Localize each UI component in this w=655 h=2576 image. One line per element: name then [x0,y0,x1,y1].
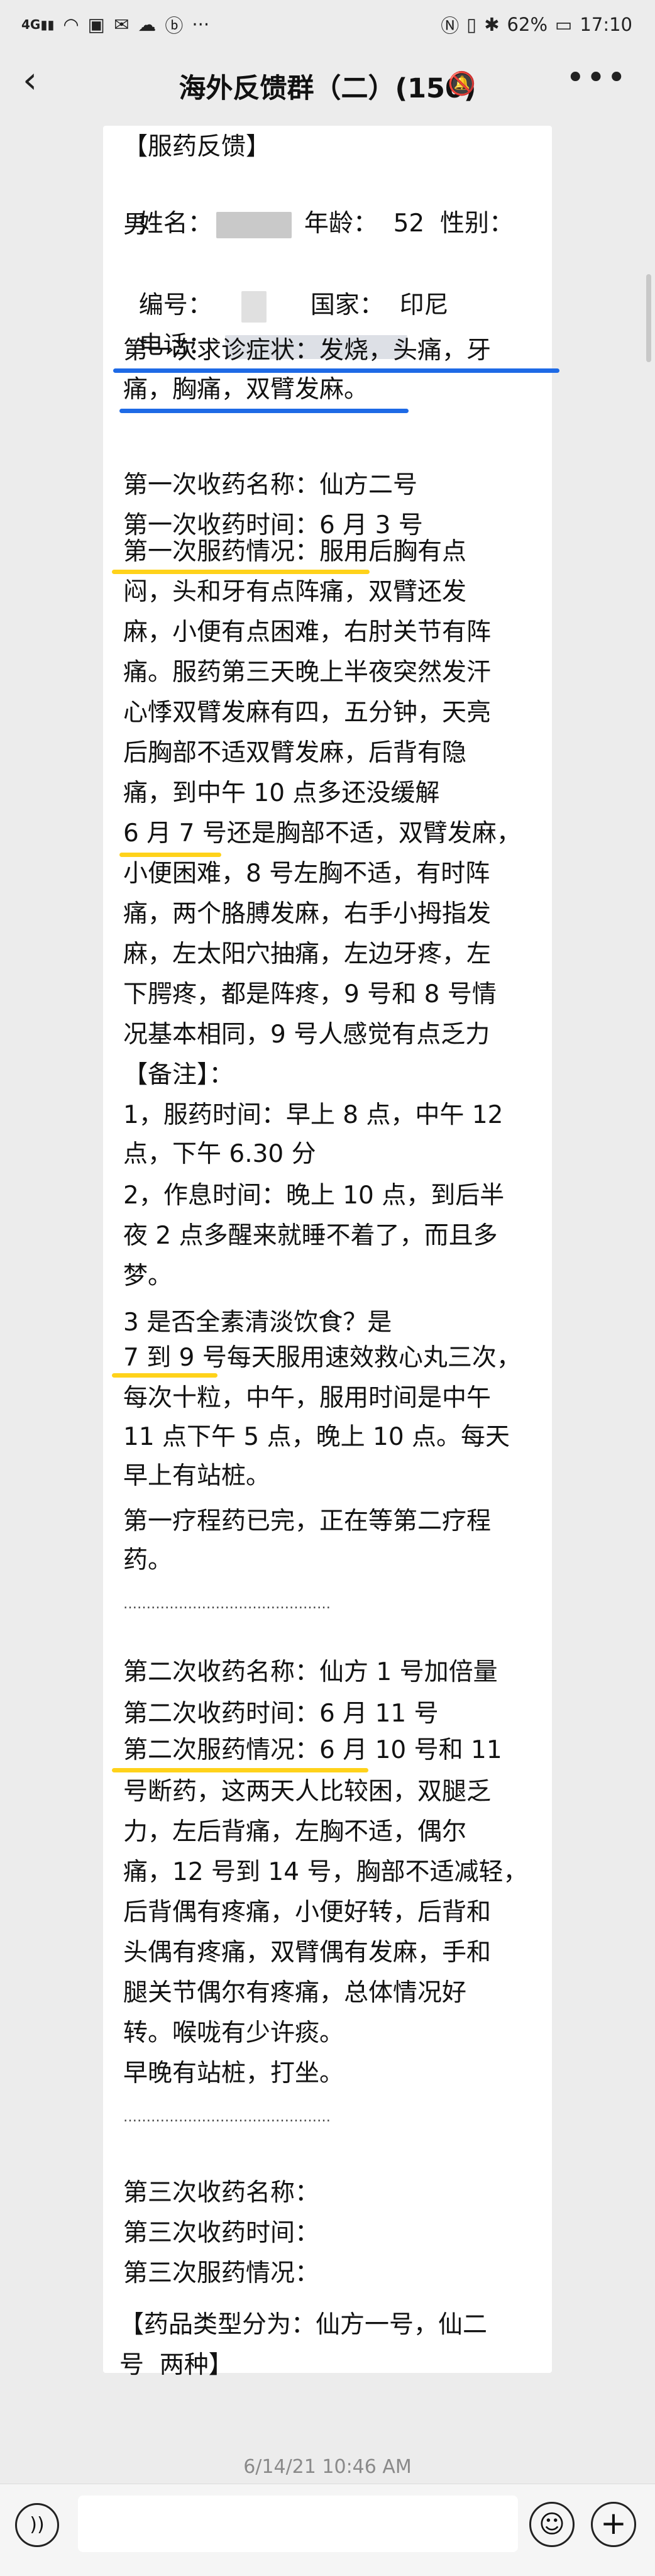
message-line: 第一次收药名称：仙方二号 [123,471,418,499]
message-line: 3 是否全素清淡饮食？是 [123,1308,392,1337]
message-line: 早晚有站桩，打坐。 [123,2059,344,2087]
message-line: 转。喉咙有少许痰。 [123,2019,344,2047]
status-dots: ··· [192,14,210,35]
message-line: 小便困难，8 号左胸不适，有时阵 [123,860,490,888]
message-line: 痛，12 号到 14 号，胸部不适减轻， [123,1858,528,1886]
highlight-underline-yellow [112,1768,368,1772]
message-line-name: 姓名： 年龄： 52 性别： [123,167,514,243]
message-line: 第二次收药时间：6 月 11 号 [123,1700,439,1728]
message-line: 后胸部不适双臂发麻，后背有隐 [123,739,467,767]
message-line: 闷，头和牙有点阵痛，双臂还发 [123,578,467,606]
message-line: 【药品类型分为：仙方一号，仙二 [119,2311,488,2339]
message-line: 点，下午 6.30 分 [123,1140,316,1168]
status-icons-right: Ⓝ ▯ ✱ 62% ▭ 17:10 [441,11,632,38]
message-line: 号 两种】 [119,2351,233,2379]
highlight-underline-blue [119,409,409,413]
chat-title: 海外反馈群（二）(150) [179,73,476,104]
message-line: 夜 2 点多醒来就睡不着了，而且多 [123,1222,498,1250]
message-line: 1，服药时间：早上 8 点，中午 12 [123,1101,504,1129]
more-options-icon[interactable]: ••• [566,59,627,97]
message-line: 麻，小便有点困难，右肘关节有阵 [123,618,492,646]
mute-bell-off-icon: 🔕 [448,71,476,97]
input-bar: )) ☺ + [0,2484,655,2576]
message-line: 痛，胸痛，双臂发麻。 [123,375,369,404]
message-line: 7 到 9 号每天服用速效救心丸三次， [123,1344,521,1372]
message-line: 梦。 [123,1262,173,1290]
message-line: 心悸双臂发麻有四，五分钟，天亮 [123,699,492,727]
message-line: 况基本相同，9 号人感觉有点乏力 [123,1020,490,1049]
message-line: 痛。服药第三天晚上半夜突然发汗 [123,658,492,687]
message-line: 头偶有疼痛，双臂偶有发麻，手和 [123,1938,492,1967]
message-line: 第一次求诊症状：发烧，头痛，牙 [123,336,492,365]
message-line: 腿关节偶尔有疼痛，总体情况好 [123,1979,467,2007]
cloud-icon: ☁ [138,14,157,35]
message-line: 第二次服药情况：6 月 10 号和 11 [123,1736,502,1764]
mail-icon: ✉ [114,14,129,35]
message-input[interactable] [78,2496,518,2552]
scrollbar[interactable] [646,274,651,362]
age-gender-label: 年龄： 52 性别： [304,209,514,238]
separator-dots: ……………………………………… [123,1596,331,1612]
message-line: 每次十粒，中午，服用时间是中午 [123,1384,492,1412]
status-icons-left: 4G▮▮ ◠ ▣ ✉ ☁ ⓑ ··· [21,11,209,38]
message-line: 第三次服药情况： [123,2259,320,2287]
emoji-icon[interactable]: ☺ [529,2502,575,2547]
message-line: 男 [123,211,148,239]
message-line: 第一疗程药已完，正在等第二疗程 [123,1507,492,1535]
app-b-icon: ⓑ [165,15,184,36]
message-line: 第二次收药名称：仙方 1 号加倍量 [123,1658,498,1686]
message-line: 痛，两个胳膊发麻，右手小拇指发 [123,900,492,928]
message-line: 2，作息时间：晚上 10 点，到后半 [123,1181,505,1210]
message-line: 6 月 7 号还是胸部不适，双臂发麻， [123,819,521,848]
clock-time: 17:10 [580,14,632,35]
nfc-icon: Ⓝ [441,15,460,36]
message-line: 力，左后背痛，左胸不适，偶尔 [123,1818,467,1846]
message-timestamp: 6/14/21 10:46 AM [243,2456,412,2478]
message-line: 第三次收药时间： [123,2219,320,2247]
plus-icon[interactable]: + [591,2502,636,2547]
message-line: 痛，到中午 10 点多还没缓解 [123,779,440,807]
message-line: 第三次收药名称： [123,2179,320,2207]
message-line: 号断药，这两天人比较困，双腿乏 [123,1777,492,1806]
voice-icon[interactable]: )) [15,2503,59,2547]
chat-header: ‹ 海外反馈群（二）(150) 🔕 ••• [0,48,655,121]
message-line: 【备注】： [123,1061,234,1089]
battery-percent: 62% [507,14,548,35]
message-line: 后背偶有疼痛，小便好转，后背和 [123,1898,492,1926]
name-label: 姓名： [138,209,212,238]
message-line: 第一次服药情况：服用后胸有点 [123,538,467,566]
message-line: 11 点下午 5 点，晚上 10 点。每天 [123,1423,510,1451]
bluetooth-icon: ✱ [484,14,500,35]
wifi-icon: ◠ [63,14,79,35]
image-icon: ▣ [87,14,106,35]
message-line: 【服药反馈】 [123,133,271,161]
highlight-underline-yellow [112,1373,217,1378]
battery-icon: ▭ [555,14,573,35]
message-line: 下腭疼，都是阵疼，9 号和 8 号情 [123,980,497,1009]
message-line: 早上有站桩。 [123,1462,271,1490]
separator-dots: ……………………………………… [123,2109,331,2125]
vibrate-icon: ▯ [466,14,477,35]
signal-4g-icon: 4G▮▮ [21,17,55,32]
message-line: 药。 [123,1546,173,1574]
redacted-name [216,211,292,238]
message-line: 麻，左太阳穴抽痛，左边牙疼，左 [123,940,492,968]
status-bar: 4G▮▮ ◠ ▣ ✉ ☁ ⓑ ··· Ⓝ ▯ ✱ 62% ▭ 17:10 [0,0,655,48]
